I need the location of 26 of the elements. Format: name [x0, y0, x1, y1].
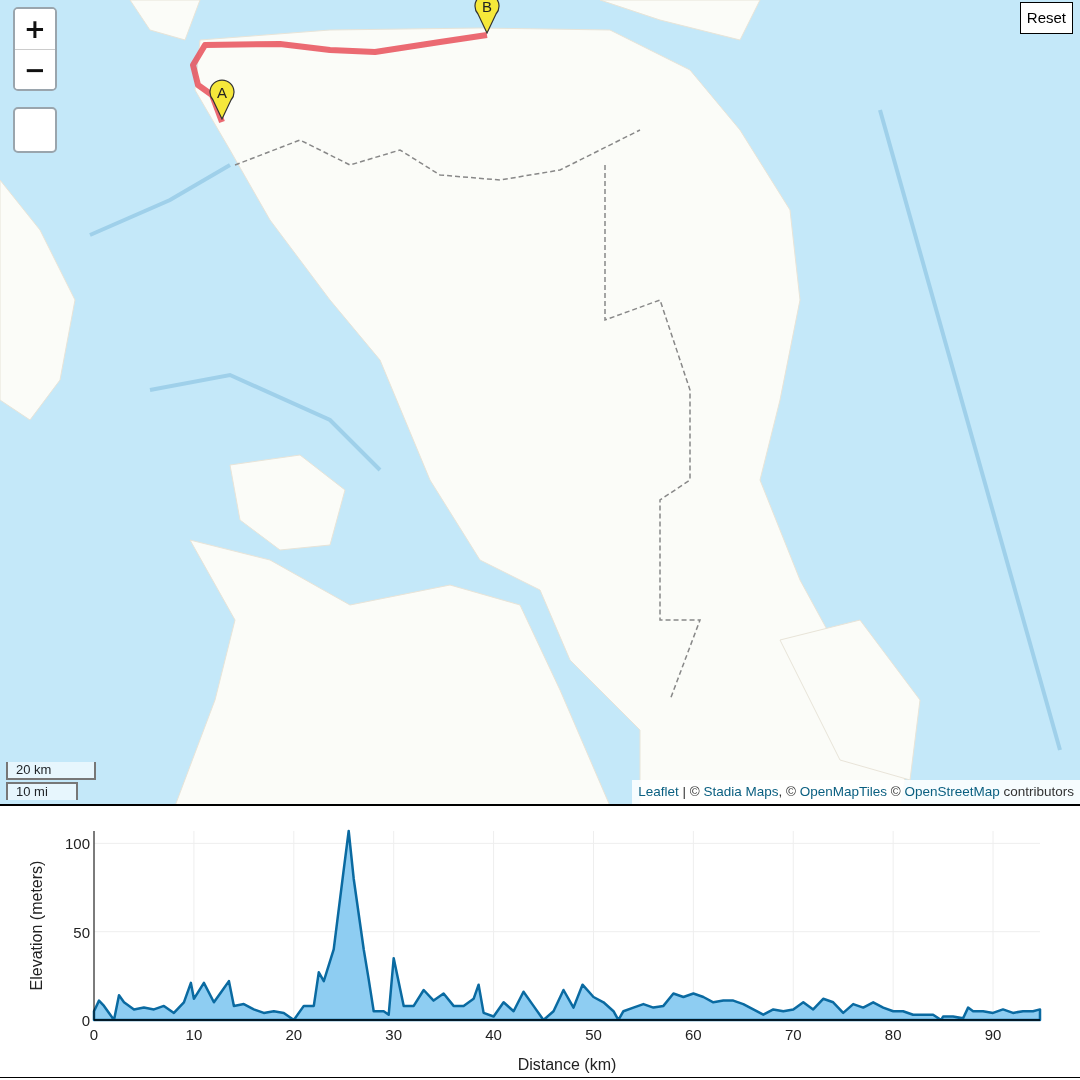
attribution-text: Leaflet | © Stadia Maps, © OpenMapTiles © OpenStreetMap contributors	[632, 779, 1080, 804]
attribution-link[interactable]: OpenStreetMap	[904, 783, 1000, 799]
axis-tick-label: 10	[185, 1026, 203, 1043]
scale-bar: 20 km	[6, 762, 96, 780]
axis-tick-label: 90	[984, 1026, 1002, 1043]
axis-tick-label: 100	[64, 835, 90, 853]
axis-tick-label: 50	[585, 1026, 602, 1043]
axis-tick-label: 60	[685, 1026, 702, 1043]
y-axis-title: Elevation (meters)	[28, 860, 45, 991]
map-marker[interactable]: B	[474, 0, 500, 34]
attribution-link[interactable]: Leaflet	[638, 783, 679, 799]
axis-tick-label: 0	[89, 1026, 99, 1043]
axis-tick-label: 70	[784, 1026, 802, 1043]
scale-bar: 10 mi	[6, 782, 78, 800]
axis-tick-label: 80	[884, 1026, 902, 1043]
attribution-link[interactable]: OpenMapTiles	[799, 783, 887, 799]
zoom-out-button[interactable]: −	[15, 49, 55, 89]
axis-tick-label: 0	[81, 1012, 90, 1029]
axis-tick-label: 40	[485, 1026, 502, 1043]
axis-tick-label: 50	[73, 923, 90, 941]
map-marker[interactable]: A	[209, 78, 235, 120]
x-axis-title: Distance (km)	[517, 1056, 617, 1073]
reset-button[interactable]: Reset	[1019, 2, 1073, 34]
map-control-button[interactable]	[13, 107, 57, 153]
axis-tick-label: 30	[385, 1026, 403, 1043]
axis-tick-label: 20	[285, 1026, 303, 1043]
